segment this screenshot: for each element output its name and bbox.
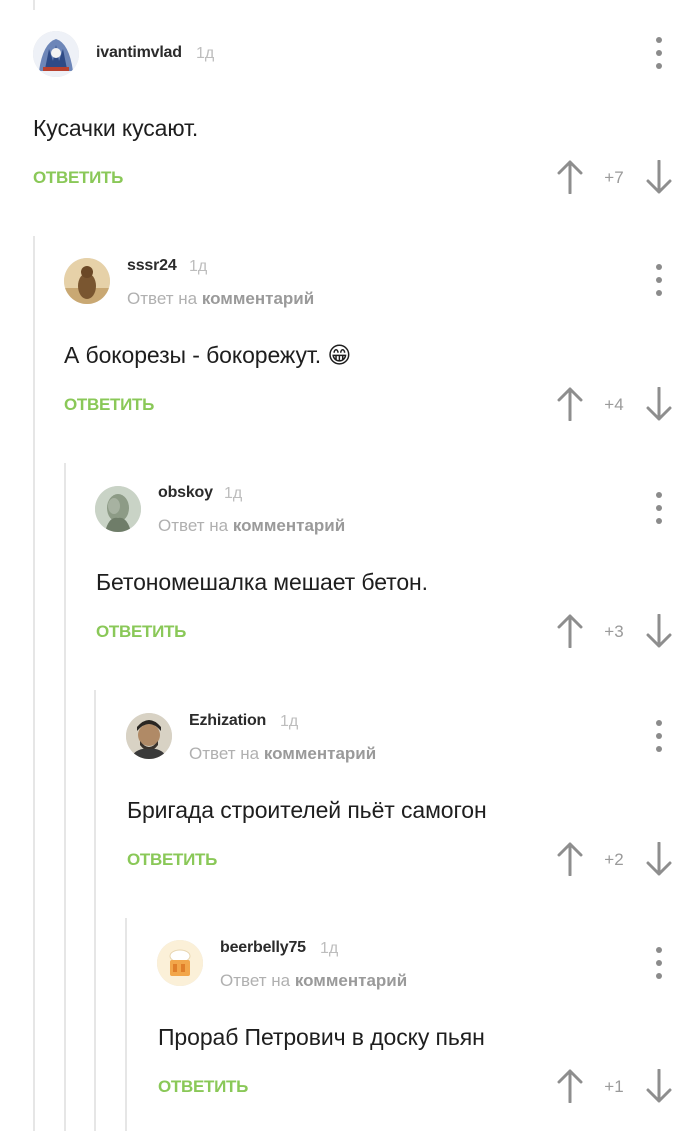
upvote-arrow-icon[interactable] xyxy=(557,842,583,876)
avatar[interactable] xyxy=(33,31,79,77)
more-options-icon[interactable] xyxy=(651,947,667,979)
reply-to-prefix: Ответ на xyxy=(189,744,260,763)
downvote-arrow-icon[interactable] xyxy=(646,1069,672,1103)
avatar[interactable] xyxy=(126,713,172,759)
more-options-icon[interactable] xyxy=(651,492,667,524)
avatar[interactable] xyxy=(95,486,141,532)
more-options-icon[interactable] xyxy=(651,264,667,296)
downvote-arrow-icon[interactable] xyxy=(646,842,672,876)
downvote-arrow-icon[interactable] xyxy=(646,387,672,421)
reply-to-link[interactable]: комментарий xyxy=(264,744,376,763)
comment-text: Прораб Петрович в доску пьян xyxy=(158,1024,485,1050)
avatar-image xyxy=(157,940,203,986)
rating-count: +4 xyxy=(604,395,624,414)
reply-to-link[interactable]: комментарий xyxy=(295,971,407,990)
comment-text: Бригада строителей пьёт самогон xyxy=(127,797,487,823)
avatar-image xyxy=(95,486,141,532)
username[interactable]: beerbelly75 xyxy=(220,939,306,957)
username[interactable]: ivantimvlad xyxy=(96,44,182,62)
thread-line-level-4 xyxy=(125,918,127,1131)
reply-to-link[interactable]: комментарий xyxy=(233,516,345,535)
upvote-arrow-icon[interactable] xyxy=(557,160,583,194)
comment-time: 1д xyxy=(196,45,215,62)
reply-button[interactable]: ОТВЕТИТЬ xyxy=(64,395,154,415)
rating-count: +7 xyxy=(604,168,624,187)
avatar-image xyxy=(126,713,172,759)
more-options-icon[interactable] xyxy=(651,37,667,69)
username[interactable]: sssr24 xyxy=(127,257,177,275)
avatar-image xyxy=(64,258,110,304)
comment-text: Бетономешалка мешает бетон. xyxy=(96,569,428,595)
comment-time: 1д xyxy=(224,485,243,502)
more-options-icon[interactable] xyxy=(651,720,667,752)
avatar[interactable] xyxy=(64,258,110,304)
username[interactable]: Ezhization xyxy=(189,712,266,730)
reply-to-label: Ответ на комментарий xyxy=(127,289,314,309)
rating-count: +2 xyxy=(604,850,624,869)
reply-to-label: Ответ на комментарий xyxy=(158,516,345,536)
comment-time: 1д xyxy=(320,940,339,957)
reply-button[interactable]: ОТВЕТИТЬ xyxy=(127,850,217,870)
comment-text-body: А бокорезы - бокорежут. xyxy=(64,342,322,368)
reply-button[interactable]: ОТВЕТИТЬ xyxy=(96,622,186,642)
reply-to-link[interactable]: комментарий xyxy=(202,289,314,308)
rating-count: +1 xyxy=(604,1077,624,1096)
reply-to-prefix: Ответ на xyxy=(127,289,198,308)
thread-line-level-1 xyxy=(33,236,35,1131)
comment-text: А бокорезы - бокорежут. 😁 xyxy=(64,342,351,369)
reply-to-label: Ответ на комментарий xyxy=(189,744,376,764)
comment-time: 1д xyxy=(280,713,299,730)
reply-button[interactable]: ОТВЕТИТЬ xyxy=(33,168,123,188)
thread-line-level-0 xyxy=(33,0,35,10)
comment-time: 1д xyxy=(189,258,208,275)
thread-line-level-3 xyxy=(94,690,96,1131)
rating-count: +3 xyxy=(604,622,624,641)
reply-to-prefix: Ответ на xyxy=(158,516,229,535)
reply-to-label: Ответ на комментарий xyxy=(220,971,407,991)
comment-text: Кусачки кусают. xyxy=(33,115,199,141)
downvote-arrow-icon[interactable] xyxy=(646,614,672,648)
grinning-emoji-icon: 😁 xyxy=(327,342,352,368)
upvote-arrow-icon[interactable] xyxy=(557,1069,583,1103)
downvote-arrow-icon[interactable] xyxy=(646,160,672,194)
upvote-arrow-icon[interactable] xyxy=(557,614,583,648)
reply-to-prefix: Ответ на xyxy=(220,971,291,990)
reply-button[interactable]: ОТВЕТИТЬ xyxy=(158,1077,248,1097)
upvote-arrow-icon[interactable] xyxy=(557,387,583,421)
thread-line-level-2 xyxy=(64,463,66,1131)
username[interactable]: obskoy xyxy=(158,484,213,502)
avatar[interactable] xyxy=(157,940,203,986)
avatar-image xyxy=(33,31,79,77)
